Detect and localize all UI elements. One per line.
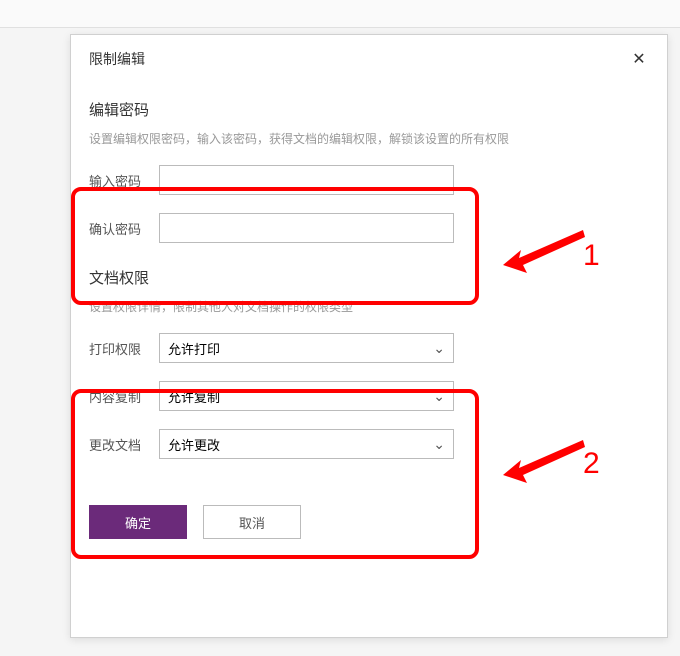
row-input-password: 输入密码 bbox=[89, 165, 649, 195]
restrict-edit-dialog: 限制编辑 ✕ 编辑密码 设置编辑权限密码，输入该密码，获得文档的编辑权限，解锁该… bbox=[70, 34, 668, 638]
label-copy-permission: 内容复制 bbox=[89, 387, 159, 406]
ok-button-label: 确定 bbox=[125, 513, 151, 532]
row-copy-permission: 内容复制 允许复制 ⌄ bbox=[89, 381, 649, 411]
cancel-button-label: 取消 bbox=[239, 513, 265, 532]
annotation-number-2: 2 bbox=[583, 447, 600, 481]
topbar bbox=[0, 0, 680, 28]
section-doc-permissions-title: 文档权限 bbox=[89, 267, 649, 288]
cancel-button[interactable]: 取消 bbox=[203, 505, 301, 539]
annotation-number-1: 1 bbox=[583, 239, 600, 273]
close-button[interactable]: ✕ bbox=[629, 49, 649, 69]
section-edit-password-title: 编辑密码 bbox=[89, 99, 649, 120]
chevron-down-icon: ⌄ bbox=[433, 340, 445, 357]
label-modify-permission: 更改文档 bbox=[89, 435, 159, 454]
dialog-body: 编辑密码 设置编辑权限密码，输入该密码，获得文档的编辑权限，解锁该设置的所有权限… bbox=[71, 79, 667, 489]
dialog-title: 限制编辑 bbox=[89, 49, 145, 69]
label-print-permission: 打印权限 bbox=[89, 339, 159, 358]
input-password-field[interactable] bbox=[159, 165, 454, 195]
row-print-permission: 打印权限 允许打印 ⌄ bbox=[89, 333, 649, 363]
select-copy-permission[interactable]: 允许复制 ⌄ bbox=[159, 381, 454, 411]
dialog-header: 限制编辑 ✕ bbox=[71, 35, 667, 79]
select-print-permission[interactable]: 允许打印 ⌄ bbox=[159, 333, 454, 363]
label-input-password: 输入密码 bbox=[89, 171, 159, 190]
dialog-footer: 确定 取消 bbox=[71, 489, 667, 555]
label-confirm-password: 确认密码 bbox=[89, 219, 159, 238]
section-doc-permissions-desc: 设置权限详情，限制其他人对文档操作的权限类型 bbox=[89, 298, 649, 315]
confirm-password-field[interactable] bbox=[159, 213, 454, 243]
select-modify-permission[interactable]: 允许更改 ⌄ bbox=[159, 429, 454, 459]
select-modify-value: 允许更改 bbox=[168, 435, 220, 454]
section-edit-password-desc: 设置编辑权限密码，输入该密码，获得文档的编辑权限，解锁该设置的所有权限 bbox=[89, 130, 649, 147]
chevron-down-icon: ⌄ bbox=[433, 388, 445, 405]
chevron-down-icon: ⌄ bbox=[433, 436, 445, 453]
ok-button[interactable]: 确定 bbox=[89, 505, 187, 539]
row-confirm-password: 确认密码 bbox=[89, 213, 649, 243]
select-print-value: 允许打印 bbox=[168, 339, 220, 358]
select-copy-value: 允许复制 bbox=[168, 387, 220, 406]
close-icon: ✕ bbox=[632, 49, 645, 69]
row-modify-permission: 更改文档 允许更改 ⌄ bbox=[89, 429, 649, 459]
